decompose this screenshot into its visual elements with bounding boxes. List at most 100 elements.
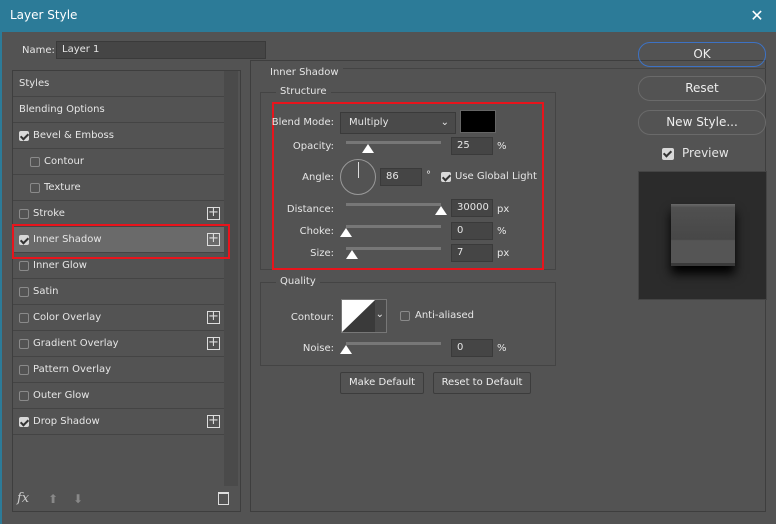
choke-input[interactable]: 0	[451, 222, 493, 240]
distance-input[interactable]: 30000	[451, 199, 493, 217]
angle-unit: °	[426, 170, 431, 181]
noise-slider-thumb[interactable]	[340, 345, 352, 354]
checkbox[interactable]	[19, 339, 29, 349]
opacity-label: Opacity:	[292, 141, 334, 152]
structure-title: Structure	[276, 86, 331, 97]
size-slider[interactable]	[346, 247, 441, 250]
angle-label: Angle:	[302, 172, 334, 183]
distance-slider-thumb[interactable]	[435, 206, 447, 215]
reset-button[interactable]: Reset	[638, 76, 766, 101]
size-unit: px	[497, 248, 510, 259]
make-default-button[interactable]: Make Default	[340, 372, 424, 394]
choke-unit: %	[497, 226, 507, 237]
angle-input[interactable]: 86	[380, 168, 422, 186]
name-label: Name:	[22, 45, 55, 56]
blend-mode-label: Blend Mode:	[271, 117, 334, 128]
shadow-color-swatch[interactable]	[460, 110, 496, 133]
distance-slider[interactable]	[346, 203, 441, 206]
ok-button[interactable]: OK	[638, 42, 766, 67]
style-item-blending-options[interactable]: Blending Options	[13, 97, 224, 123]
size-input[interactable]: 7	[451, 244, 493, 262]
style-item-inner-glow[interactable]: Inner Glow	[13, 253, 224, 279]
trash-icon[interactable]	[218, 492, 229, 505]
style-item-label: Drop Shadow	[33, 416, 100, 427]
choke-label: Choke:	[299, 226, 334, 237]
angle-dial[interactable]	[340, 159, 376, 195]
checkbox[interactable]	[30, 183, 40, 193]
anti-aliased-label: Anti-aliased	[415, 310, 475, 321]
style-item-gradient-overlay[interactable]: Gradient Overlay +	[13, 331, 224, 357]
arrow-up-icon[interactable]: ⬆	[48, 492, 58, 506]
style-item-color-overlay[interactable]: Color Overlay +	[13, 305, 224, 331]
size-label: Size:	[310, 248, 334, 259]
distance-label: Distance:	[286, 204, 334, 215]
noise-label: Noise:	[302, 343, 334, 354]
window-border	[0, 32, 2, 524]
reset-to-default-button[interactable]: Reset to Default	[433, 372, 531, 394]
preview-thumbnail	[638, 171, 767, 300]
style-item-satin[interactable]: Satin	[13, 279, 224, 305]
style-item-label: Outer Glow	[33, 390, 90, 401]
opacity-slider[interactable]	[346, 141, 441, 144]
fx-button[interactable]: fx	[17, 491, 39, 509]
add-icon[interactable]: +	[207, 414, 220, 428]
choke-slider-thumb[interactable]	[340, 228, 352, 237]
add-icon[interactable]: +	[207, 206, 220, 220]
checkbox[interactable]	[19, 261, 29, 271]
contour-label: Contour:	[290, 312, 334, 323]
choke-slider[interactable]	[346, 225, 441, 228]
checkbox[interactable]	[19, 209, 29, 219]
checkbox[interactable]	[19, 287, 29, 297]
checkbox[interactable]	[19, 391, 29, 401]
style-item-bevel-emboss[interactable]: Bevel & Emboss	[13, 123, 224, 149]
style-item-label: Color Overlay	[33, 312, 102, 323]
blend-mode-select[interactable]: Multiply ⌄	[340, 112, 456, 134]
style-item-styles[interactable]: Styles	[13, 71, 224, 97]
style-item-label: Styles	[19, 78, 50, 89]
blend-mode-value: Multiply	[349, 117, 389, 128]
style-item-label: Stroke	[33, 208, 65, 219]
style-item-label: Contour	[44, 156, 84, 167]
new-style-button[interactable]: New Style...	[638, 110, 766, 135]
noise-input[interactable]: 0	[451, 339, 493, 357]
style-item-label: Gradient Overlay	[33, 338, 119, 349]
style-item-texture[interactable]: Texture	[13, 175, 224, 201]
preview-label: Preview	[682, 146, 729, 160]
style-item-label: Pattern Overlay	[33, 364, 112, 375]
style-item-pattern-overlay[interactable]: Pattern Overlay	[13, 357, 224, 383]
style-item-label: Texture	[44, 182, 81, 193]
size-slider-thumb[interactable]	[346, 250, 358, 259]
quality-title: Quality	[276, 276, 320, 287]
anti-aliased-checkbox[interactable]: Anti-aliased	[400, 306, 480, 326]
distance-unit: px	[497, 204, 510, 215]
title-bar: Layer Style ✕	[0, 0, 776, 32]
close-icon[interactable]: ✕	[746, 5, 768, 27]
checkbox[interactable]	[19, 131, 29, 141]
style-item-drop-shadow[interactable]: Drop Shadow +	[13, 409, 224, 435]
add-icon[interactable]: +	[207, 310, 220, 324]
opacity-slider-thumb[interactable]	[362, 144, 374, 153]
style-item-label: Bevel & Emboss	[33, 130, 114, 141]
checkbox[interactable]	[30, 157, 40, 167]
preview-checkbox[interactable]: Preview	[662, 145, 742, 163]
name-input[interactable]: Layer 1	[56, 41, 266, 59]
noise-unit: %	[497, 343, 507, 354]
contour-picker[interactable]: ⌄	[341, 299, 387, 333]
checkbox[interactable]	[19, 417, 29, 427]
global-light-label: Use Global Light	[455, 171, 537, 182]
scrollbar[interactable]	[224, 71, 238, 486]
noise-slider[interactable]	[346, 342, 441, 345]
style-item-label: Inner Glow	[33, 260, 87, 271]
style-item-label: Blending Options	[19, 104, 105, 115]
use-global-light-checkbox[interactable]: Use Global Light	[441, 165, 551, 189]
opacity-input[interactable]: 25	[451, 137, 493, 155]
checkbox[interactable]	[19, 365, 29, 375]
style-item-label: Satin	[33, 286, 59, 297]
window-title: Layer Style	[10, 8, 78, 22]
arrow-down-icon[interactable]: ⬇	[73, 492, 83, 506]
checkbox[interactable]	[19, 313, 29, 323]
opacity-unit: %	[497, 141, 507, 152]
add-icon[interactable]: +	[207, 336, 220, 350]
style-item-outer-glow[interactable]: Outer Glow	[13, 383, 224, 409]
style-item-contour[interactable]: Contour	[13, 149, 224, 175]
